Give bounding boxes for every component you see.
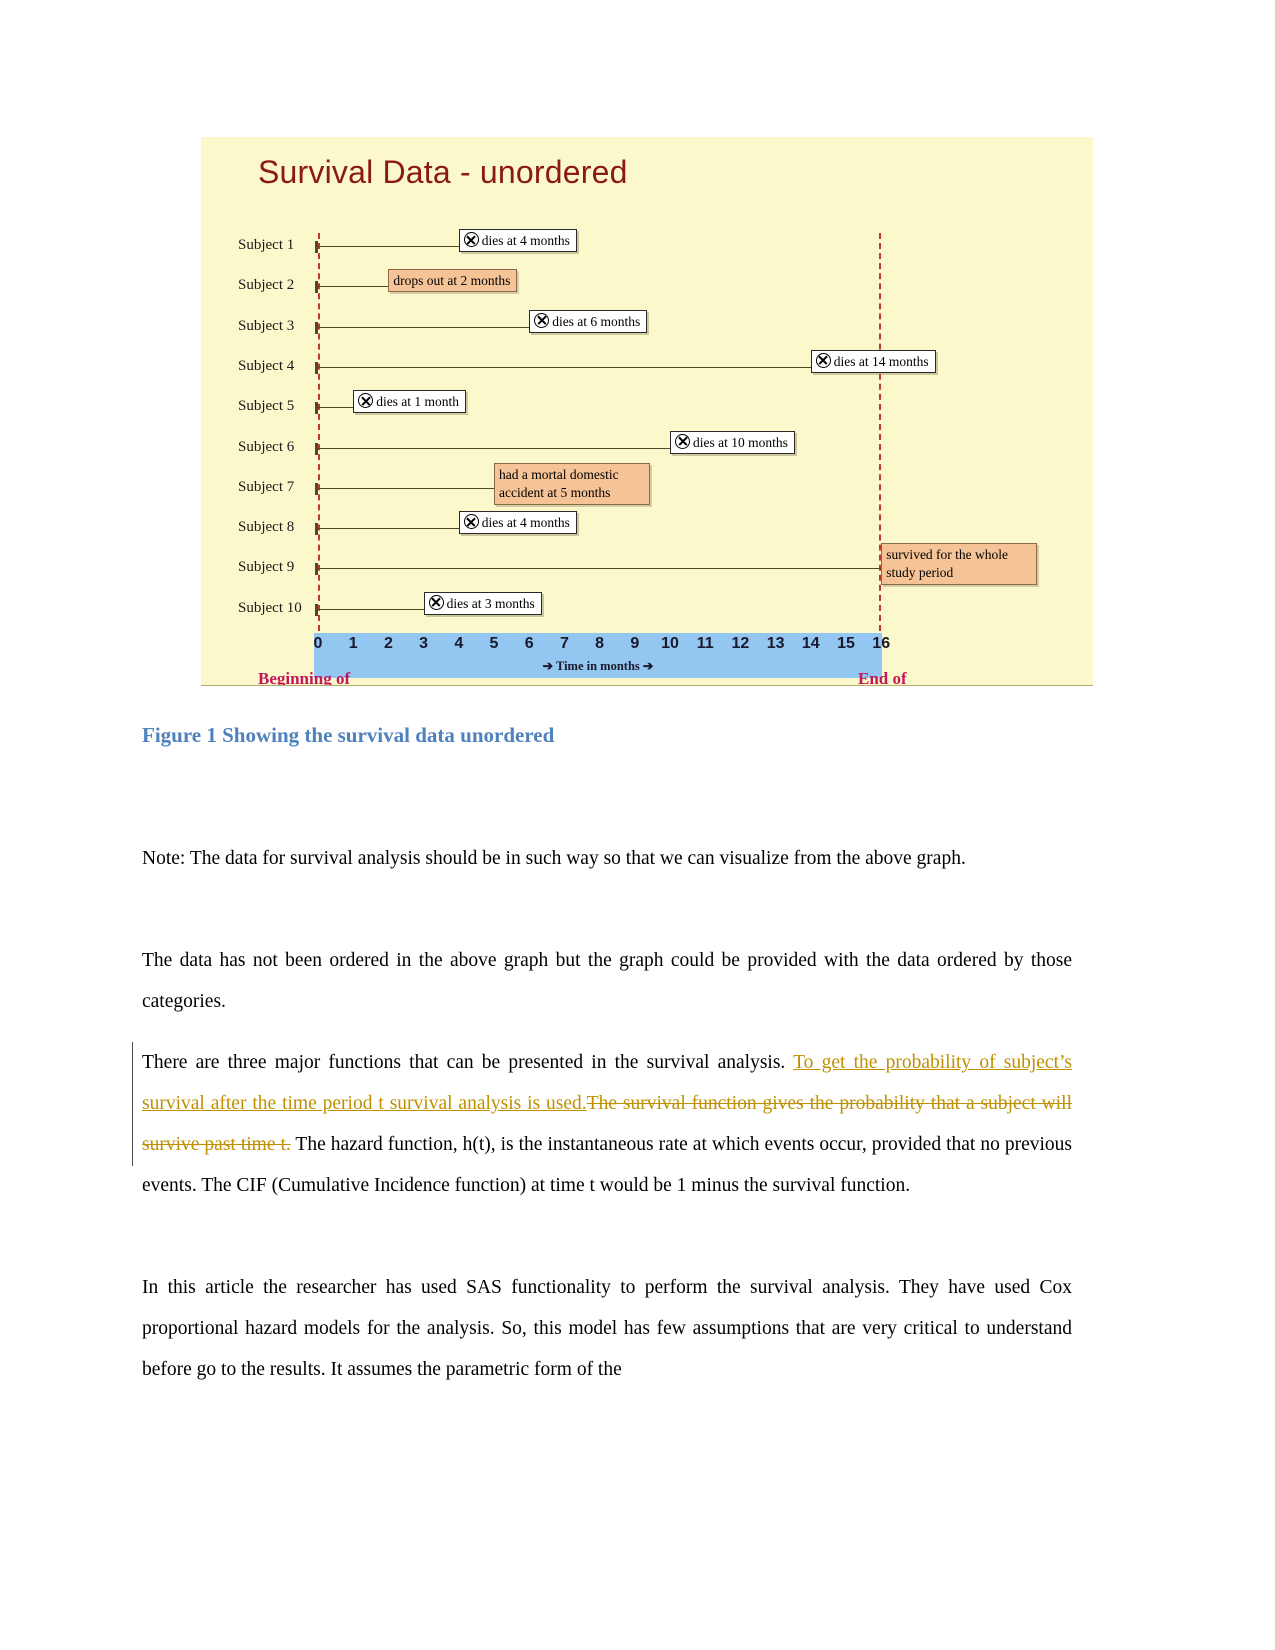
subject-lifeline — [318, 528, 459, 530]
subject-row: Subject 1 dies at 4 months — [201, 229, 1093, 277]
tracked-change-bar — [132, 1042, 133, 1166]
paragraph-ordering-block: The data has not been ordered in the abo… — [142, 940, 1072, 1022]
axis-tick-label: 12 — [731, 635, 750, 652]
axis-tick-label: 6 — [524, 635, 534, 652]
lifeline-start-tick — [315, 281, 318, 294]
subject-label: Subject 4 — [238, 357, 295, 374]
callout-text: drops out at 2 months — [393, 273, 511, 289]
paragraph-functions-lead: There are three major functions that can… — [142, 1052, 794, 1073]
death-event-icon — [358, 393, 374, 409]
axis-tick-label: 3 — [419, 635, 429, 652]
axis-tick-label: 1 — [348, 635, 358, 652]
paragraph-ordering: The data has not been ordered in the abo… — [142, 950, 1072, 1012]
subject-row: Subject 7 had a mortal domestic accident … — [201, 462, 1093, 519]
death-event-icon — [463, 514, 479, 530]
subject-label: Subject 7 — [238, 478, 295, 495]
axis-tick-label: 2 — [383, 635, 393, 652]
death-event-icon — [463, 232, 479, 247]
paragraph-note-block: Note: The data for survival analysis sho… — [142, 838, 1072, 879]
death-event-icon — [428, 594, 444, 610]
subject-label: Subject 1 — [238, 237, 295, 253]
axis-tick-label: 13 — [766, 635, 785, 652]
callout-text: had a mortal domestic accident at 5 mont… — [499, 466, 619, 500]
subject-row: Subject 3 dies at 6 months — [201, 309, 1093, 358]
subject-lifeline — [318, 246, 459, 247]
beginning-of-study-label: Beginning of — [258, 669, 351, 686]
survival-figure: Survival Data - unordered Subject 1 dies … — [201, 137, 1093, 686]
axis-tick-label: 7 — [559, 635, 569, 652]
axis-tick-label: 11 — [696, 635, 714, 652]
time-axis-band: 0 1 2 3 4 5 6 7 8 9 10 11 12 13 14 15 16 ➔ Time in month… — [313, 633, 891, 678]
subject-lifeline — [318, 326, 530, 328]
note-callout: survived for the whole study period — [881, 543, 1038, 586]
subject-row: Subject 9 survived for the whole study pe… — [201, 543, 1093, 599]
callout-text: survived for the whole study period — [886, 547, 1009, 581]
axis-tick-label: 9 — [630, 635, 640, 652]
callout-text: dies at 10 months — [693, 434, 788, 450]
death-callout: dies at 6 months — [529, 309, 648, 333]
paragraph-sas: In this article the researcher has used … — [142, 1277, 1072, 1380]
callout-text: dies at 6 months — [552, 313, 641, 329]
subject-lifeline — [318, 487, 494, 489]
subject-row: Subject 5 dies at 1 month — [201, 390, 1093, 438]
subject-label: Subject 6 — [238, 438, 295, 455]
lifeline-start-tick — [315, 523, 318, 536]
axis-tick-label: 5 — [489, 635, 499, 652]
axis-tick-label: 15 — [837, 635, 855, 652]
subject-label: Subject 10 — [238, 599, 302, 616]
death-callout: dies at 1 month — [353, 390, 467, 414]
subject-lifeline — [318, 366, 811, 368]
subject-lifeline — [318, 568, 882, 570]
paragraph-functions: There are three major functions that can… — [142, 1042, 1072, 1206]
lifeline-start-tick — [315, 603, 318, 616]
figure-title: Survival Data - unordered — [258, 154, 628, 190]
lifeline-start-tick — [315, 442, 318, 455]
lifeline-start-tick — [315, 482, 318, 495]
lifeline-start-tick — [315, 321, 318, 334]
note-callout: drops out at 2 months — [388, 269, 518, 293]
axis-tick-label: 0 — [313, 635, 323, 652]
axis-tick-label: 10 — [661, 635, 679, 652]
subject-lifeline — [318, 407, 354, 409]
death-callout: dies at 4 months — [458, 229, 577, 252]
callout-text: dies at 1 month — [376, 394, 460, 410]
axis-tick-label: 14 — [801, 635, 820, 652]
death-event-icon — [815, 352, 831, 368]
lifeline-start-tick — [315, 241, 318, 253]
subject-lifeline — [318, 608, 424, 610]
death-callout: dies at 4 months — [458, 511, 577, 535]
subject-label: Subject 3 — [238, 317, 295, 334]
callout-text: dies at 4 months — [481, 515, 570, 531]
death-callout: dies at 10 months — [670, 430, 795, 454]
axis-tick-label: 16 — [872, 635, 891, 652]
time-axis-caption: ➔ Time in months ➔ — [542, 659, 654, 673]
callout-text: dies at 3 months — [446, 595, 535, 611]
callout-text: dies at 14 months — [833, 353, 929, 369]
subject-lifeline — [318, 447, 670, 449]
figure-caption: Figure 1 Showing the survival data unord… — [142, 723, 555, 747]
paragraph-note: Note: The data for survival analysis sho… — [142, 848, 966, 869]
subject-label: Subject 9 — [238, 559, 295, 576]
death-callout: dies at 3 months — [423, 591, 542, 615]
subject-row: Subject 4 dies at 14 months — [201, 349, 1093, 398]
time-axis-ticks: 0 1 2 3 4 5 6 7 8 9 10 11 12 13 14 15 16 — [313, 635, 891, 657]
axis-tick-label: 8 — [595, 635, 605, 652]
lifeline-start-tick — [315, 361, 318, 374]
subject-label: Subject 8 — [238, 519, 295, 536]
subject-label: Subject 2 — [238, 277, 295, 294]
document-page: Survival Data - unordered Subject 1 dies … — [0, 0, 1275, 1650]
subject-label: Subject 5 — [238, 398, 295, 415]
death-event-icon — [534, 312, 550, 328]
death-event-icon — [675, 433, 690, 449]
lifeline-start-tick — [315, 563, 318, 576]
death-callout: dies at 14 months — [810, 349, 936, 373]
end-of-study-label: End of — [858, 669, 907, 686]
paragraph-functions-block: There are three major functions that can… — [132, 1042, 1072, 1206]
axis-tick-label: 4 — [454, 635, 464, 652]
paragraph-sas-block: In this article the researcher has used … — [142, 1267, 1072, 1390]
callout-text: dies at 4 months — [481, 233, 570, 248]
note-callout: had a mortal domestic accident at 5 mont… — [494, 462, 650, 505]
subject-lifeline — [318, 286, 389, 288]
lifeline-start-tick — [315, 402, 318, 415]
